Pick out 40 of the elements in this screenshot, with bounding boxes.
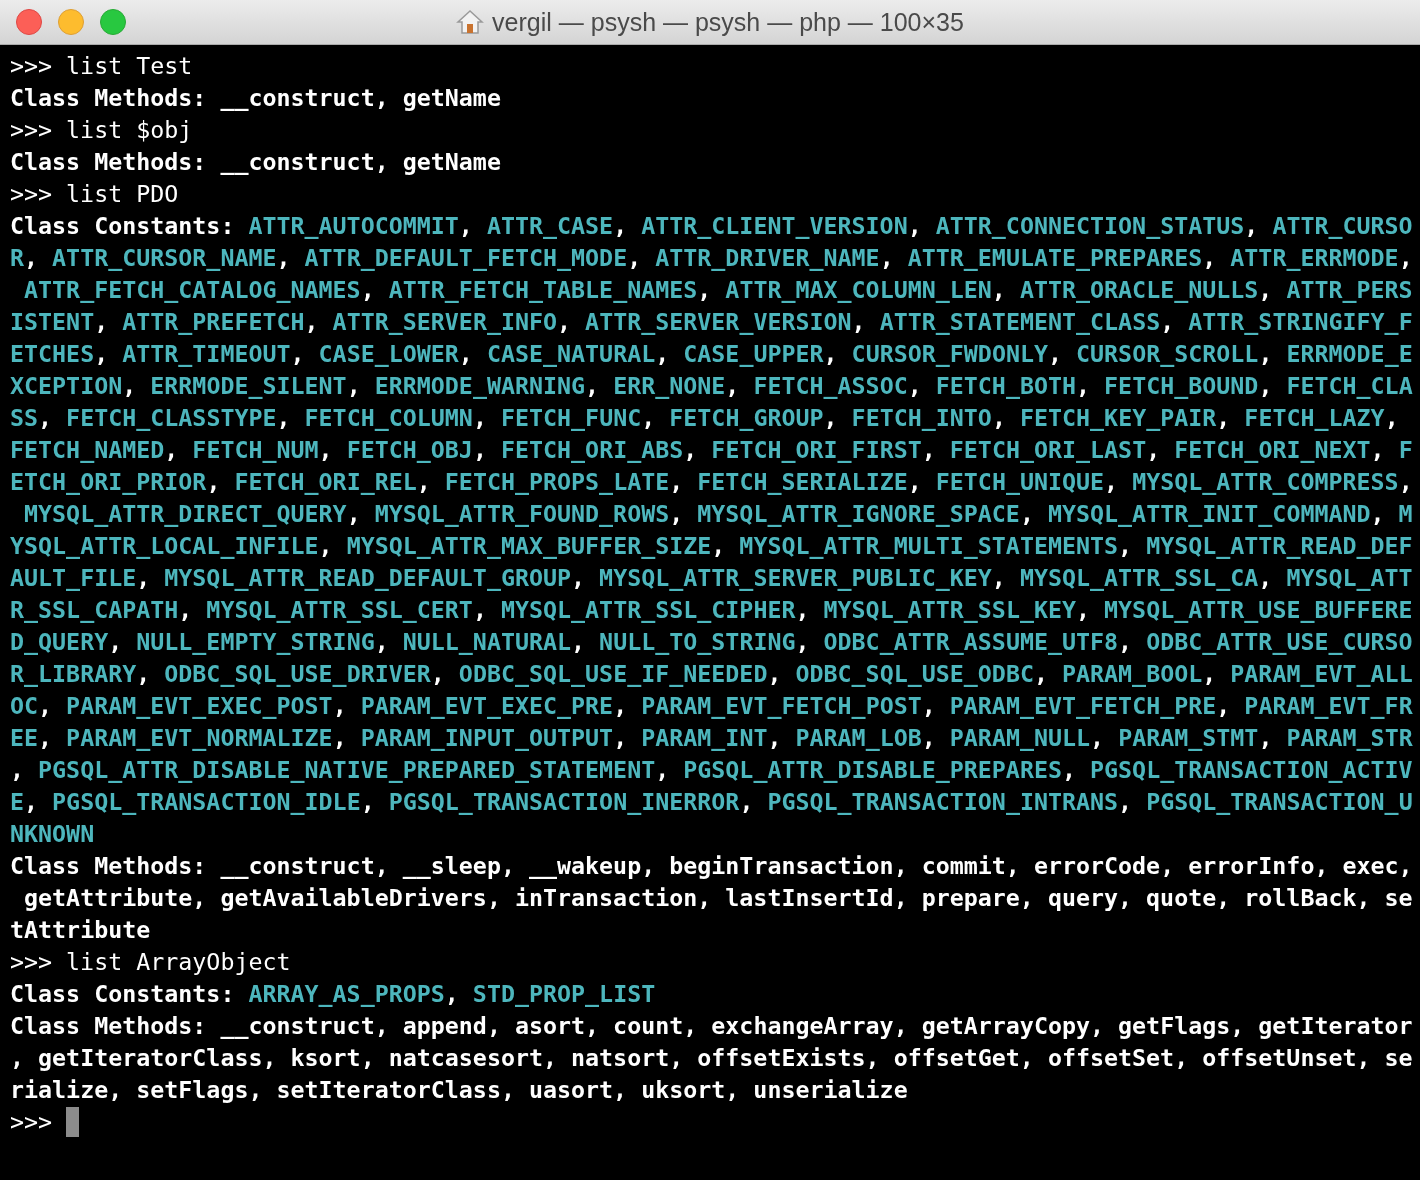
output-line: ETCH_ORI_PRIOR, FETCH_ORI_REL, FETCH_PROPS_LATE, FETCH_SERIALIZE, FETCH_UNIQUE, MYSQL_ATTR_COMPRESS,	[10, 467, 1413, 497]
minimize-button[interactable]	[58, 9, 84, 35]
output-line: R_SSL_CAPATH, MYSQL_ATTR_SSL_CERT, MYSQL_ATTR_SSL_CIPHER, MYSQL_ATTR_SSL_KEY, MYSQL_ATTR_USE_BUFFERE	[10, 595, 1413, 625]
house-icon	[456, 9, 485, 35]
output-line: OC, PARAM_EVT_EXEC_POST, PARAM_EVT_EXEC_PRE, PARAM_EVT_FETCH_POST, PARAM_EVT_FETCH_PRE, PARAM_EVT_FR	[10, 691, 1413, 721]
output-line: getAttribute, getAvailableDrivers, inTransaction, lastInsertId, prepare, query, quote, rollBack, se	[23, 883, 1413, 913]
output-line: tAttribute	[10, 915, 151, 945]
output-line: ISTENT, ATTR_PREFETCH, ATTR_SERVER_INFO, ATTR_SERVER_VERSION, ATTR_STATEMENT_CLASS, ATTR_STRINGIFY_F	[10, 307, 1413, 337]
output-line: XCEPTION, ERRMODE_SILENT, ERRMODE_WARNING, ERR_NONE, FETCH_ASSOC, FETCH_BOTH, FETCH_BOUND, FETCH_CLA	[10, 371, 1413, 401]
command-line: >>> list PDO	[10, 179, 179, 209]
output-line: Class Methods: __construct, append, asort, count, exchangeArray, getArrayCopy, getFlags, getIterator	[10, 1011, 1413, 1041]
output-line: MYSQL_ATTR_DIRECT_QUERY, MYSQL_ATTR_FOUND_ROWS, MYSQL_ATTR_IGNORE_SPACE, MYSQL_ATTR_INIT_COMMAND, M	[23, 499, 1413, 529]
output-line: , getIteratorClass, ksort, natcasesort, natsort, offsetExists, offsetGet, offsetSet, offsetUnset, se	[10, 1043, 1413, 1073]
command-line: >>> list ArrayObject	[10, 947, 291, 977]
output-line: ATTR_FETCH_CATALOG_NAMES, ATTR_FETCH_TABLE_NAMES, ATTR_MAX_COLUMN_LEN, ATTR_ORACLE_NULLS, ATTR_PERS	[23, 275, 1413, 305]
window-title: vergil — psysh — psysh — php — 100×35	[492, 7, 964, 37]
text-cursor	[66, 1107, 80, 1137]
output-line: SS, FETCH_CLASSTYPE, FETCH_COLUMN, FETCH_FUNC, FETCH_GROUP, FETCH_INTO, FETCH_KEY_PAIR, FETCH_LAZY,	[10, 403, 1399, 433]
output-line: ETCHES, ATTR_TIMEOUT, CASE_LOWER, CASE_NATURAL, CASE_UPPER, CURSOR_FWDONLY, CURSOR_SCROLL, ERRMODE_E	[10, 339, 1413, 369]
command-line: >>> list Test	[10, 51, 193, 81]
output-line: Class Constants: ATTR_AUTOCOMMIT, ATTR_CASE, ATTR_CLIENT_VERSION, ATTR_CONNECTION_STATUS, ATTR_CURSO	[10, 211, 1413, 241]
output-line: D_QUERY, NULL_EMPTY_STRING, NULL_NATURAL, NULL_TO_STRING, ODBC_ATTR_ASSUME_UTF8, ODBC_ATTR_USE_CURSO	[10, 627, 1413, 657]
close-button[interactable]	[16, 9, 42, 35]
zoom-button[interactable]	[100, 9, 126, 35]
output-line: rialize, setFlags, setIteratorClass, uasort, uksort, unserialize	[10, 1075, 908, 1105]
output-line: R, ATTR_CURSOR_NAME, ATTR_DEFAULT_FETCH_MODE, ATTR_DRIVER_NAME, ATTR_EMULATE_PREPARES, ATTR_ERRMODE,	[10, 243, 1413, 273]
output-line: NKNOWN	[10, 819, 95, 849]
output-line: E, PGSQL_TRANSACTION_IDLE, PGSQL_TRANSACTION_INERROR, PGSQL_TRANSACTION_INTRANS, PGSQL_TRANSACTION_U	[10, 787, 1413, 817]
output-line: AULT_FILE, MYSQL_ATTR_READ_DEFAULT_GROUP, MYSQL_ATTR_SERVER_PUBLIC_KEY, MYSQL_ATTR_SSL_CA, MYSQL_ATT	[10, 563, 1413, 593]
output-line: Class Constants: ARRAY_AS_PROPS, STD_PROP_LIST	[10, 979, 656, 1009]
output-line: YSQL_ATTR_LOCAL_INFILE, MYSQL_ATTR_MAX_BUFFER_SIZE, MYSQL_ATTR_MULTI_STATEMENTS, MYSQL_ATTR_READ_DEF	[10, 531, 1413, 561]
output-line: Class Methods: __construct, getName	[10, 83, 501, 113]
prompt: >>>	[10, 1107, 53, 1137]
output-line: EE, PARAM_EVT_NORMALIZE, PARAM_INPUT_OUTPUT, PARAM_INT, PARAM_LOB, PARAM_NULL, PARAM_STMT, PARAM_STR	[10, 723, 1413, 753]
output-line: Class Methods: __construct, __sleep, __wakeup, beginTransaction, commit, errorCode, errorInfo, exec,	[10, 851, 1413, 881]
output-line: Class Methods: __construct, getName	[10, 147, 501, 177]
command-line: >>> list $obj	[10, 115, 193, 145]
output-line: R_LIBRARY, ODBC_SQL_USE_DRIVER, ODBC_SQL_USE_IF_NEEDED, ODBC_SQL_USE_ODBC, PARAM_BOOL, PARAM_EVT_ALL	[10, 659, 1413, 689]
output-line: FETCH_NAMED, FETCH_NUM, FETCH_OBJ, FETCH_ORI_ABS, FETCH_ORI_FIRST, FETCH_ORI_LAST, FETCH_ORI_NEXT, F	[10, 435, 1413, 465]
output-line: , PGSQL_ATTR_DISABLE_NATIVE_PREPARED_STATEMENT, PGSQL_ATTR_DISABLE_PREPARES, PGSQL_TRANSACTION_ACTIV	[10, 755, 1413, 785]
